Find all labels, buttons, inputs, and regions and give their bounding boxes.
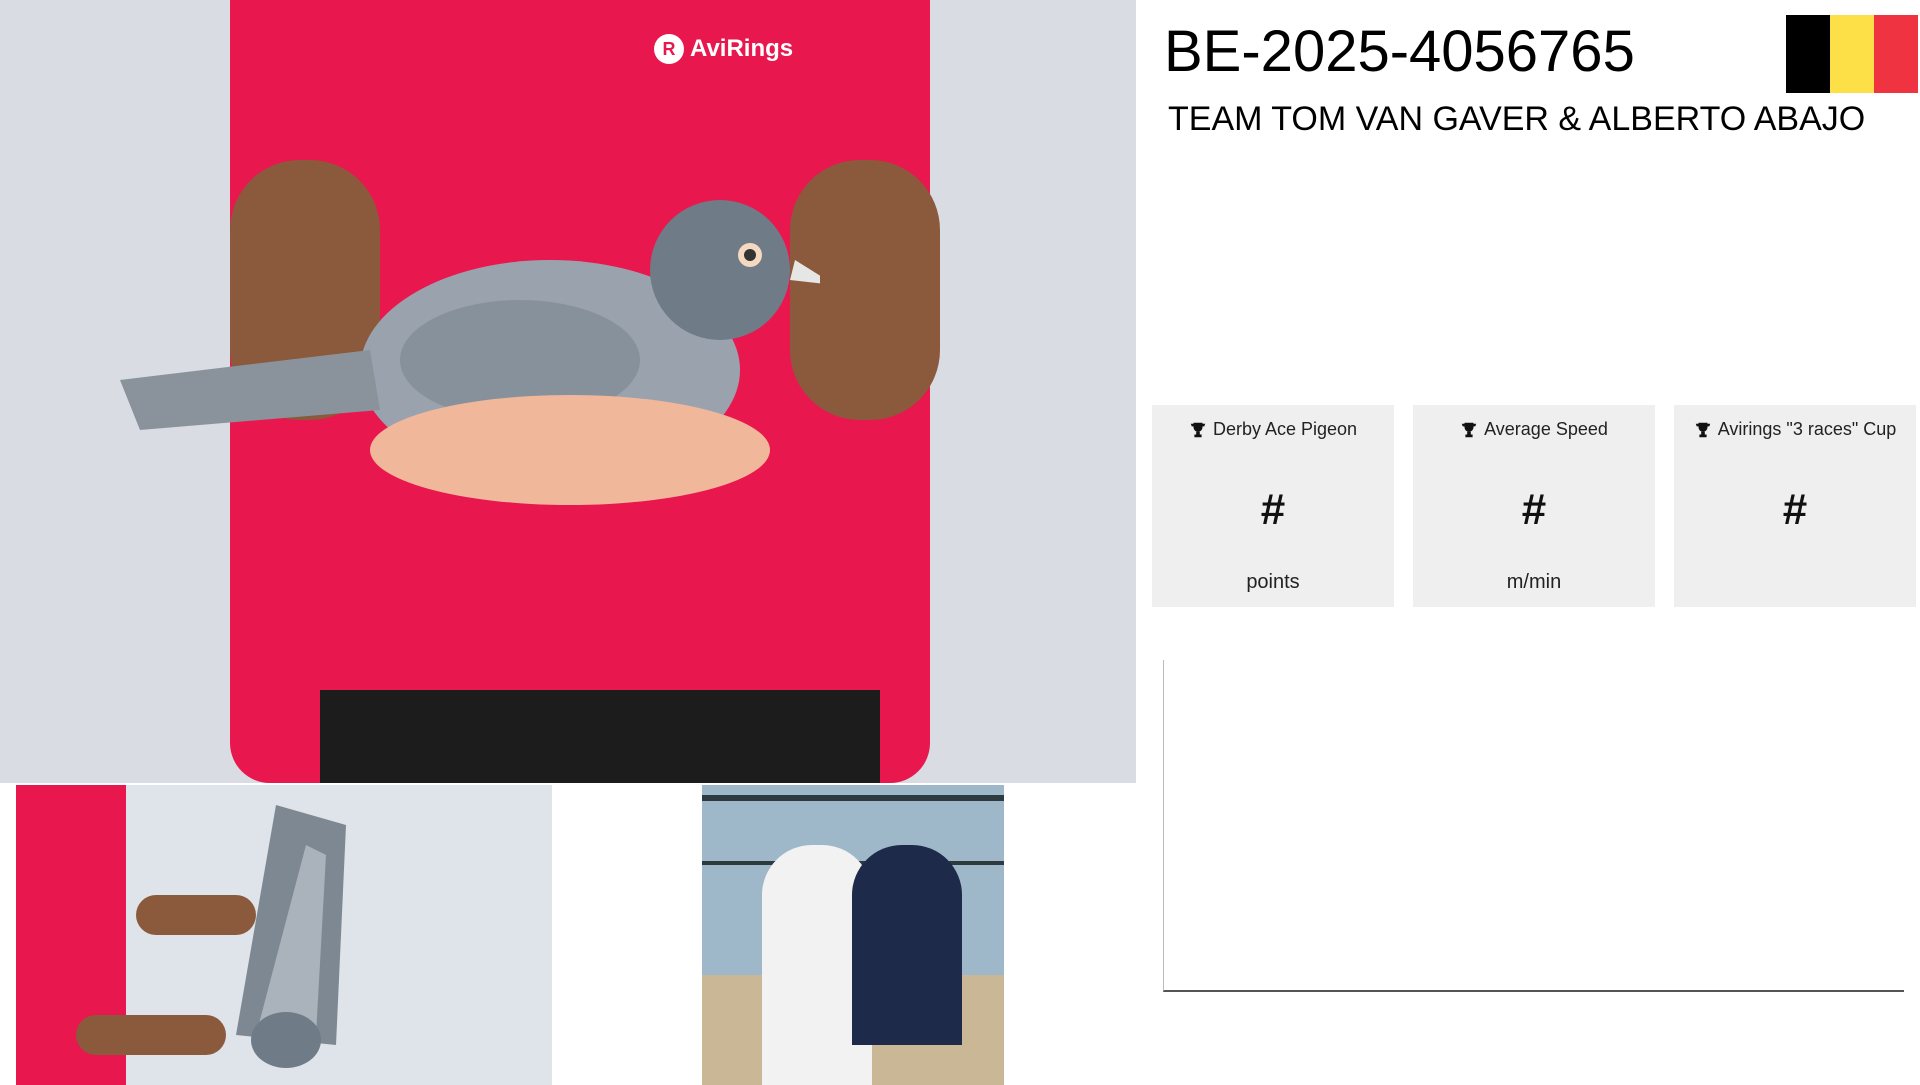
stat-title: Derby Ace Pigeon	[1212, 419, 1358, 439]
ring-number: BE-2025-4056765	[1164, 19, 1635, 84]
person-right	[852, 845, 962, 1045]
stat-card-average-speed: Average Speed # m/min	[1413, 405, 1655, 607]
logo-text: AviRings	[690, 35, 794, 62]
flag-stripe-black	[1786, 15, 1830, 93]
avirings-logo: R AviRings	[654, 34, 793, 64]
team-photo-thumbnail[interactable]	[702, 785, 1004, 1085]
wing-illustration	[76, 805, 346, 1068]
stat-unit: points	[1246, 571, 1300, 593]
stat-value: #	[1521, 485, 1547, 534]
pants	[320, 690, 880, 783]
trophy-icon	[1695, 422, 1710, 437]
flag-stripe-red	[1874, 15, 1918, 93]
trophy-icon	[1190, 422, 1206, 437]
stat-card-derby-ace: Derby Ace Pigeon # points	[1152, 405, 1394, 607]
stat-title: Avirings "3 races" Cup	[1717, 419, 1897, 439]
results-panel	[1163, 660, 1904, 992]
stat-value: #	[1782, 485, 1808, 534]
team-name: TEAM TOM VAN GAVER & ALBERTO ABAJO	[1168, 100, 1866, 138]
stat-value: #	[1260, 485, 1286, 534]
main-pigeon-photo[interactable]: R AviRings	[0, 0, 1136, 783]
wing-photo-thumbnail[interactable]	[16, 785, 552, 1085]
stat-card-3-races-cup: Avirings "3 races" Cup #	[1674, 405, 1916, 607]
pigeon-illustration	[120, 200, 820, 505]
logo-mark: R	[654, 34, 684, 64]
stat-unit: m/min	[1506, 571, 1562, 593]
trophy-icon	[1461, 422, 1477, 437]
belgium-flag-icon	[1786, 15, 1918, 93]
stat-title: Average Speed	[1484, 419, 1608, 439]
flag-stripe-yellow	[1830, 15, 1874, 93]
railing	[702, 795, 1004, 865]
